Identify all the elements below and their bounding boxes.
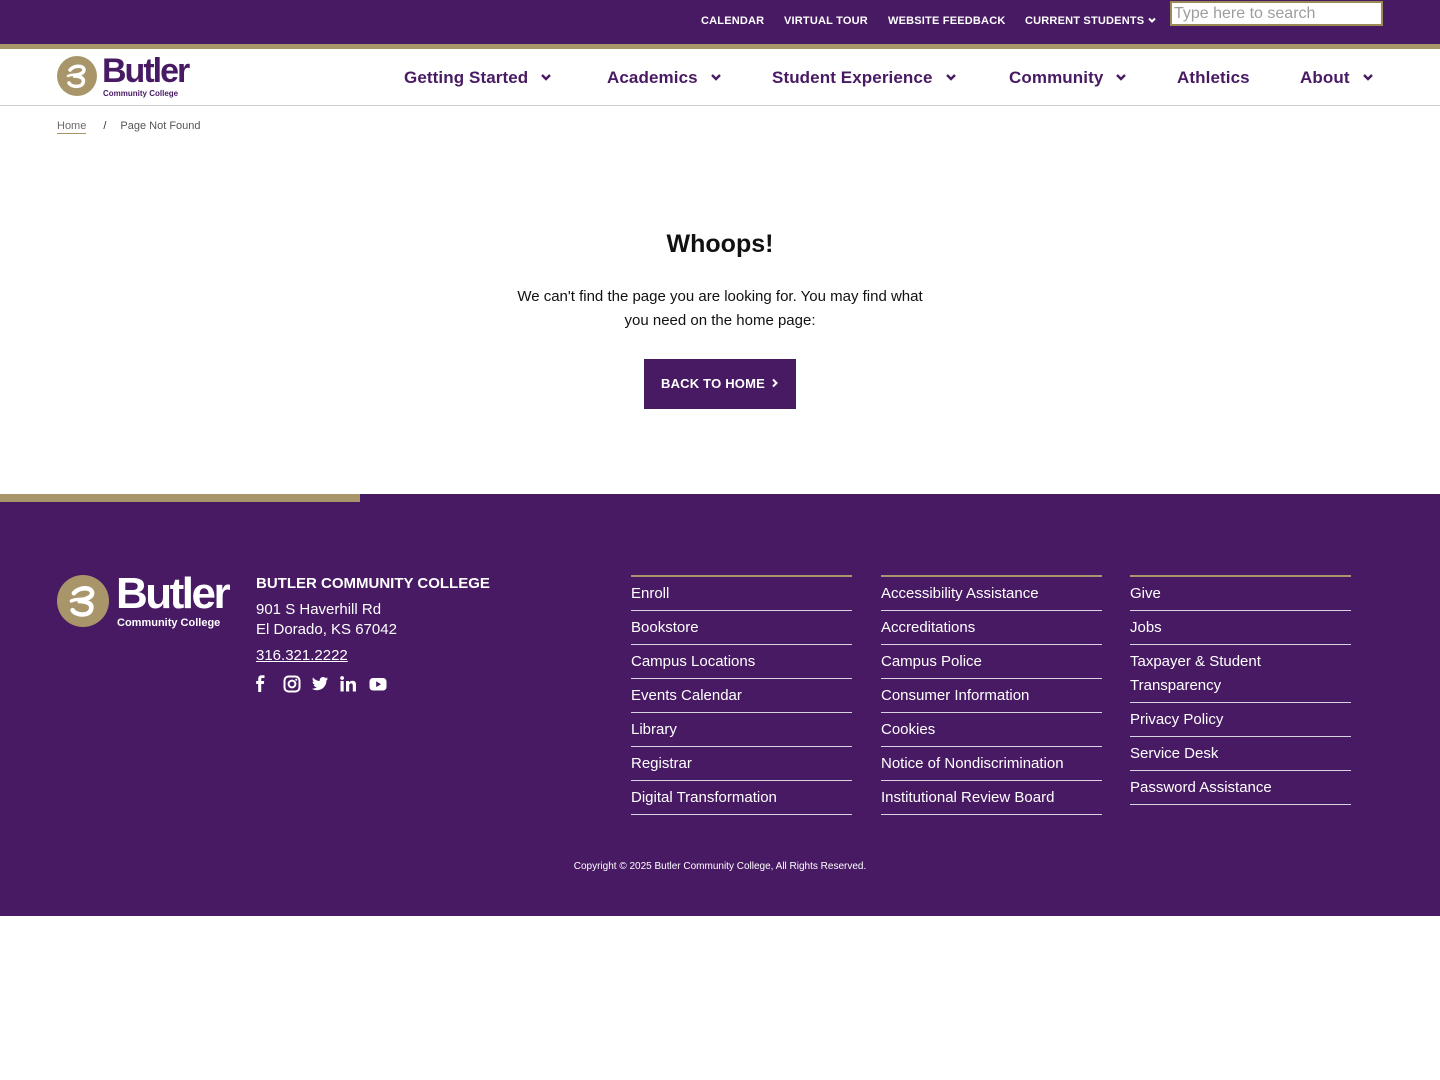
footer-link[interactable]: Jobs — [1130, 611, 1351, 645]
breadcrumb-separator: / — [103, 120, 107, 132]
linkedin-icon[interactable] — [338, 674, 358, 694]
breadcrumb-current: Page Not Found — [120, 120, 201, 132]
page-title: Whoops! — [666, 230, 774, 258]
utility-bar: CALENDAR VIRTUAL TOUR WEBSITE FEEDBACK C… — [0, 0, 1440, 44]
site-footer: Butler Community College BUTLER COMMUNIT… — [0, 494, 1440, 916]
nav-item-student-experience[interactable]: Student Experience — [772, 68, 957, 88]
footer-link[interactable]: Bookstore — [631, 611, 852, 645]
utility-link-current-students[interactable]: CURRENT STUDENTS — [1025, 15, 1157, 27]
address-line-2: El Dorado, KS 67042 — [256, 621, 397, 638]
nav-item-athletics[interactable]: Athletics — [1177, 68, 1250, 88]
butler-logo-mark-icon — [57, 56, 97, 96]
breadcrumb-home-link[interactable]: Home — [57, 120, 87, 134]
chevron-down-icon — [1116, 74, 1127, 81]
copyright-text: Copyright © 2025 Butler Community Colleg… — [573, 861, 867, 872]
footer-link[interactable]: Accessibility Assistance — [881, 577, 1102, 611]
utility-link-virtual-tour[interactable]: VIRTUAL TOUR — [784, 15, 868, 27]
footer-logo-subtitle: Community College — [117, 617, 221, 629]
logo-wordmark: Butler — [102, 52, 190, 90]
footer-link[interactable]: Password Assistance — [1130, 771, 1351, 805]
nav-label: About — [1300, 68, 1350, 87]
nav-item-about[interactable]: About — [1300, 68, 1374, 88]
footer-college-name: BUTLER COMMUNITY COLLEGE — [256, 575, 490, 592]
footer-link[interactable]: Institutional Review Board — [881, 781, 1102, 815]
chevron-down-icon — [1148, 17, 1157, 23]
footer-link[interactable]: Taxpayer & Student Transparency — [1130, 645, 1351, 703]
footer-links-column-1: Enroll Bookstore Campus Locations Events Ca… — [631, 575, 852, 815]
main-header: Butler Community College Getting Started… — [0, 49, 1440, 106]
footer-link[interactable]: Cookies — [881, 713, 1102, 747]
nav-label: Getting Started — [404, 68, 529, 87]
chevron-down-icon — [1362, 74, 1373, 81]
footer-logo[interactable]: Butler Community College — [57, 569, 242, 630]
twitter-icon[interactable] — [310, 674, 330, 694]
address-line-1: 901 S Haverhill Rd — [256, 601, 382, 618]
footer-link[interactable]: Service Desk — [1130, 737, 1351, 771]
nav-item-academics[interactable]: Academics — [607, 68, 722, 88]
footer-link[interactable]: Library — [631, 713, 852, 747]
logo-subtitle: Community College — [103, 89, 179, 98]
butler-logo-mark-icon — [57, 575, 109, 627]
footer-link[interactable]: Notice of Nondiscrimination — [881, 747, 1102, 781]
current-students-label: CURRENT STUDENTS — [1025, 15, 1145, 27]
back-to-home-label: BACK TO HOME — [661, 376, 765, 391]
nav-label: Student Experience — [772, 68, 933, 87]
chevron-down-icon — [541, 74, 552, 81]
breadcrumb: Home / Page Not Found — [57, 120, 201, 134]
site-logo[interactable]: Butler Community College — [57, 52, 197, 99]
footer-phone-link[interactable]: 316.321.2222 — [256, 647, 348, 664]
footer-link[interactable]: Privacy Policy — [1130, 703, 1351, 737]
nav-item-community[interactable]: Community — [1009, 68, 1127, 88]
footer-link[interactable]: Events Calendar — [631, 679, 852, 713]
chevron-down-icon — [710, 74, 721, 81]
not-found-message: We can't find the page you are looking f… — [517, 288, 923, 329]
footer-link[interactable]: Consumer Information — [881, 679, 1102, 713]
footer-links-column-3: Give Jobs Taxpayer & Student Transparency P… — [1130, 575, 1351, 805]
utility-link-calendar[interactable]: CALENDAR — [701, 15, 764, 27]
footer-link[interactable]: Campus Locations — [631, 645, 852, 679]
footer-logo-wordmark: Butler — [116, 569, 231, 618]
chevron-right-icon — [772, 378, 778, 388]
footer-gold-accent — [0, 494, 360, 502]
utility-link-website-feedback[interactable]: WEBSITE FEEDBACK — [888, 15, 1005, 27]
nav-item-getting-started[interactable]: Getting Started — [404, 68, 552, 88]
instagram-icon[interactable] — [282, 674, 302, 694]
footer-link[interactable]: Enroll — [631, 577, 852, 611]
search-input[interactable] — [1170, 1, 1383, 26]
footer-link[interactable]: Digital Transformation — [631, 781, 852, 815]
nav-label: Academics — [607, 68, 698, 87]
chevron-down-icon — [945, 74, 956, 81]
back-to-home-button[interactable]: BACK TO HOME — [644, 359, 796, 409]
footer-address: 901 S Haverhill Rd El Dorado, KS 67042 — [256, 600, 397, 640]
footer-links-column-2: Accessibility Assistance Accreditations Ca… — [881, 575, 1102, 815]
youtube-icon[interactable] — [368, 674, 388, 694]
footer-link[interactable]: Accreditations — [881, 611, 1102, 645]
footer-link[interactable]: Campus Police — [881, 645, 1102, 679]
facebook-icon[interactable] — [251, 674, 271, 694]
footer-link[interactable]: Registrar — [631, 747, 852, 781]
nav-label: Community — [1009, 68, 1104, 87]
footer-link[interactable]: Give — [1130, 577, 1351, 611]
